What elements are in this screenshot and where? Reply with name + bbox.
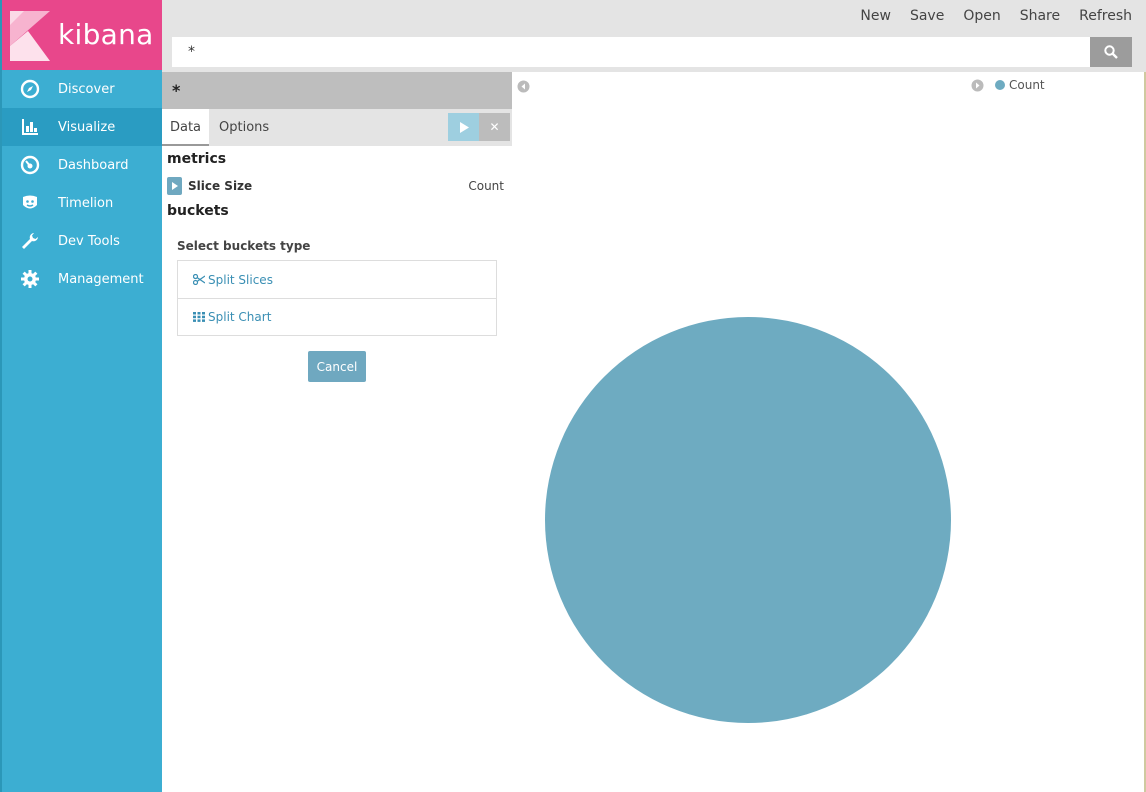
tab-data[interactable]: Data bbox=[162, 109, 209, 146]
gear-icon bbox=[2, 269, 58, 289]
bucket-type-label: Select buckets type bbox=[177, 239, 311, 253]
legend-label: Count bbox=[1009, 78, 1045, 92]
sidebar-item-dashboard[interactable]: Dashboard bbox=[2, 146, 162, 184]
index-pattern-title: * bbox=[162, 72, 512, 109]
kibana-logo[interactable]: kibana bbox=[2, 0, 162, 70]
editor-tabs: Data Options ✕ bbox=[162, 109, 512, 146]
metrics-title: metrics bbox=[167, 151, 227, 167]
split-chart-label: Split Chart bbox=[208, 310, 272, 324]
editor-panel: * Data Options ✕ metrics Slice Size Coun… bbox=[162, 72, 512, 792]
top-menu: New Save Open Share Refresh bbox=[841, 8, 1132, 24]
open-button[interactable]: Open bbox=[963, 8, 1000, 24]
sidebar-item-visualize[interactable]: Visualize bbox=[2, 108, 162, 146]
split-slices-label: Split Slices bbox=[208, 272, 273, 287]
chevron-right-icon bbox=[171, 182, 178, 190]
toggle-legend-icon[interactable] bbox=[971, 79, 984, 92]
bar-chart-icon bbox=[2, 117, 58, 137]
search-bar bbox=[172, 37, 1132, 67]
metric-expand-toggle[interactable] bbox=[167, 177, 182, 195]
search-icon bbox=[1104, 45, 1118, 59]
sidebar-item-dev-tools[interactable]: Dev Tools bbox=[2, 222, 162, 260]
sidebar-item-label: Management bbox=[58, 271, 144, 287]
metric-row: Slice Size Count bbox=[167, 176, 504, 196]
bucket-type-list: Split Slices Split Chart bbox=[177, 260, 497, 336]
top-bar: New Save Open Share Refresh bbox=[162, 0, 1146, 72]
legend-item[interactable]: Count bbox=[995, 78, 1045, 92]
kibana-logo-icon bbox=[10, 11, 50, 61]
new-button[interactable]: New bbox=[860, 8, 891, 24]
dashboard-icon bbox=[2, 155, 58, 175]
legend-dot bbox=[995, 80, 1005, 90]
grid-icon bbox=[193, 312, 205, 322]
metric-value: Count bbox=[468, 179, 504, 193]
pie-slice-count[interactable] bbox=[545, 317, 951, 723]
sidebar-item-label: Dev Tools bbox=[58, 233, 120, 249]
sidebar-item-label: Discover bbox=[58, 81, 115, 97]
collapse-sidebar-icon[interactable] bbox=[517, 80, 530, 93]
search-button[interactable] bbox=[1090, 37, 1132, 67]
refresh-button[interactable]: Refresh bbox=[1079, 8, 1132, 24]
cancel-button[interactable]: Cancel bbox=[308, 351, 366, 382]
sidebar-item-timelion[interactable]: Timelion bbox=[2, 184, 162, 222]
logo-text: kibana bbox=[58, 18, 154, 51]
metric-label: Slice Size bbox=[188, 179, 253, 193]
pie-chart[interactable] bbox=[545, 317, 951, 723]
sidebar-item-label: Timelion bbox=[58, 195, 114, 211]
play-icon bbox=[459, 121, 469, 133]
sidebar: kibana Discover Visualize Dashboard Time… bbox=[0, 0, 162, 792]
search-input[interactable] bbox=[172, 37, 1090, 67]
save-button[interactable]: Save bbox=[910, 8, 944, 24]
compass-icon bbox=[2, 79, 58, 99]
tab-options[interactable]: Options bbox=[219, 109, 269, 146]
sidebar-item-management[interactable]: Management bbox=[2, 260, 162, 298]
apply-changes-button[interactable] bbox=[448, 113, 479, 141]
scissors-icon bbox=[193, 274, 205, 285]
split-chart-option[interactable]: Split Chart bbox=[178, 298, 496, 335]
discard-changes-button[interactable]: ✕ bbox=[479, 113, 510, 141]
split-slices-option[interactable]: Split Slices bbox=[178, 261, 496, 298]
visualization-area: Count bbox=[512, 72, 1146, 792]
sidebar-item-label: Visualize bbox=[58, 119, 116, 135]
timelion-icon bbox=[2, 193, 58, 213]
sidebar-item-label: Dashboard bbox=[58, 157, 129, 173]
sidebar-nav: Discover Visualize Dashboard Timelion De… bbox=[2, 70, 162, 298]
sidebar-item-discover[interactable]: Discover bbox=[2, 70, 162, 108]
close-icon: ✕ bbox=[489, 120, 500, 134]
share-button[interactable]: Share bbox=[1020, 8, 1060, 24]
buckets-title: buckets bbox=[167, 203, 229, 219]
wrench-icon bbox=[2, 231, 58, 251]
